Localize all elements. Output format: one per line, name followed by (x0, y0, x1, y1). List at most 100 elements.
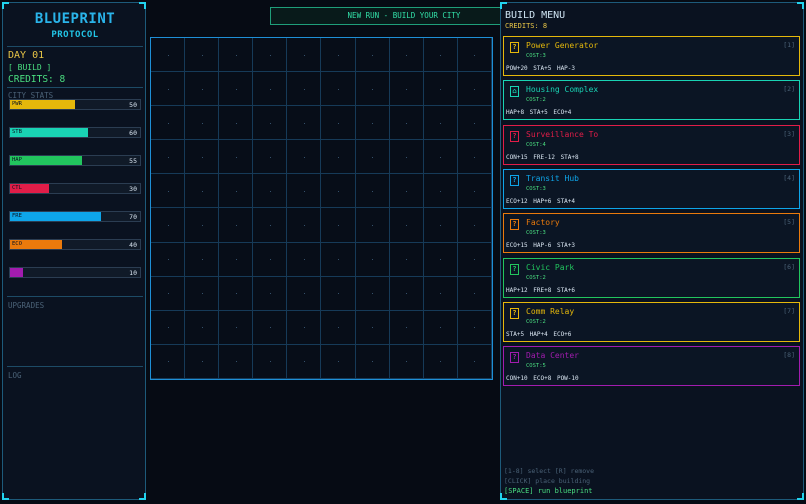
grid-cell[interactable] (321, 310, 356, 345)
grid-cell[interactable] (389, 140, 424, 175)
grid-cell[interactable] (287, 310, 322, 345)
grid-cell[interactable] (355, 140, 390, 175)
grid-cell[interactable] (185, 106, 220, 141)
grid-cell[interactable] (389, 276, 424, 311)
grid-cell[interactable] (423, 72, 458, 107)
grid-cell[interactable] (253, 344, 288, 379)
grid-cell[interactable] (321, 174, 356, 209)
grid-cell[interactable] (457, 38, 492, 73)
build-card[interactable]: ? Transit Hub COST:3 ECO+12 HAP+6 STA+4 [4] (503, 168, 800, 209)
grid-cell[interactable] (151, 106, 186, 141)
grid-cell[interactable] (253, 106, 288, 141)
grid-cell[interactable] (219, 344, 254, 379)
build-card[interactable]: ⌂ Housing Complex COST:2 HAP+8 STA+5 ECO+4 [… (503, 80, 800, 121)
grid-cell[interactable] (457, 344, 492, 379)
grid-cell[interactable] (355, 174, 390, 209)
grid-cell[interactable] (389, 242, 424, 277)
grid-cell[interactable] (423, 174, 458, 209)
grid-cell[interactable] (151, 242, 186, 277)
grid-cell[interactable] (355, 72, 390, 107)
grid-cell[interactable] (321, 72, 356, 107)
grid-cell[interactable] (457, 174, 492, 209)
grid-cell[interactable] (457, 72, 492, 107)
grid-cell[interactable] (151, 276, 186, 311)
grid-cell[interactable] (389, 72, 424, 107)
grid-cell[interactable] (457, 242, 492, 277)
build-card[interactable]: ? Surveillance To COST:4 CON+15 FRE-12 STA+… (503, 124, 800, 165)
grid-cell[interactable] (185, 140, 220, 175)
grid-cell[interactable] (219, 140, 254, 175)
grid-cell[interactable] (423, 140, 458, 175)
grid-cell[interactable] (185, 344, 220, 379)
grid-cell[interactable] (219, 310, 254, 345)
grid-cell[interactable] (457, 208, 492, 243)
grid-cell[interactable] (355, 208, 390, 243)
grid-cell[interactable] (389, 174, 424, 209)
grid-cell[interactable] (219, 174, 254, 209)
grid-cell[interactable] (253, 72, 288, 107)
grid-cell[interactable] (151, 344, 186, 379)
grid-cell[interactable] (355, 106, 390, 141)
grid-cell[interactable] (219, 38, 254, 73)
grid-cell[interactable] (253, 140, 288, 175)
grid-cell[interactable] (321, 106, 356, 141)
grid-cell[interactable] (389, 208, 424, 243)
grid-cell[interactable] (185, 208, 220, 243)
grid-cell[interactable] (457, 106, 492, 141)
grid-cell[interactable] (219, 276, 254, 311)
grid-cell[interactable] (287, 140, 322, 175)
grid-cell[interactable] (321, 344, 356, 379)
build-card[interactable]: ? Data Center COST:5 CON+10 ECO+8 POW-10 [8] (503, 346, 800, 387)
grid-cell[interactable] (185, 174, 220, 209)
grid-cell[interactable] (253, 174, 288, 209)
grid-cell[interactable] (287, 344, 322, 379)
grid-cell[interactable] (253, 276, 288, 311)
grid-cell[interactable] (287, 276, 322, 311)
grid-cell[interactable] (151, 38, 186, 73)
grid-cell[interactable] (287, 72, 322, 107)
grid-cell[interactable] (185, 72, 220, 107)
grid-cell[interactable] (219, 242, 254, 277)
grid-cell[interactable] (287, 174, 322, 209)
grid-cell[interactable] (457, 276, 492, 311)
grid-cell[interactable] (423, 310, 458, 345)
build-card[interactable]: ? Civic Park COST:2 HAP+12 FRE+8 STA+6 [6] (503, 257, 800, 298)
grid-cell[interactable] (151, 72, 186, 107)
grid-cell[interactable] (355, 276, 390, 311)
grid-cell[interactable] (219, 72, 254, 107)
grid-cell[interactable] (355, 38, 390, 73)
grid-cell[interactable] (151, 140, 186, 175)
grid-cell[interactable] (423, 344, 458, 379)
grid-cell[interactable] (321, 208, 356, 243)
grid-cell[interactable] (423, 38, 458, 73)
grid-cell[interactable] (253, 310, 288, 345)
grid-cell[interactable] (185, 310, 220, 345)
grid-cell[interactable] (423, 106, 458, 141)
build-card[interactable]: ? Power Generator COST:3 POW+20 STA+5 HAP-3… (503, 36, 800, 76)
grid-cell[interactable] (321, 242, 356, 277)
grid-cell[interactable] (253, 38, 288, 73)
grid-cell[interactable] (321, 276, 356, 311)
grid-cell[interactable] (355, 310, 390, 345)
grid-cell[interactable] (253, 242, 288, 277)
grid-cell[interactable] (185, 242, 220, 277)
grid-cell[interactable] (423, 208, 458, 243)
grid-cell[interactable] (219, 106, 254, 141)
grid-cell[interactable] (287, 208, 322, 243)
grid-cell[interactable] (287, 106, 322, 141)
grid-cell[interactable] (321, 38, 356, 73)
grid-cell[interactable] (321, 140, 356, 175)
grid-cell[interactable] (185, 38, 220, 73)
grid-cell[interactable] (219, 208, 254, 243)
grid-cell[interactable] (287, 242, 322, 277)
grid-cell[interactable] (151, 310, 186, 345)
grid-cell[interactable] (355, 344, 390, 379)
grid-cell[interactable] (185, 276, 220, 311)
grid-cell[interactable] (457, 310, 492, 345)
grid-cell[interactable] (389, 38, 424, 73)
grid-cell[interactable] (151, 208, 186, 243)
city-grid[interactable] (150, 37, 493, 380)
grid-cell[interactable] (389, 106, 424, 141)
grid-cell[interactable] (389, 310, 424, 345)
build-card[interactable]: ? Comm Relay COST:2 STA+5 HAP+4 ECO+6 [7] (503, 301, 800, 342)
